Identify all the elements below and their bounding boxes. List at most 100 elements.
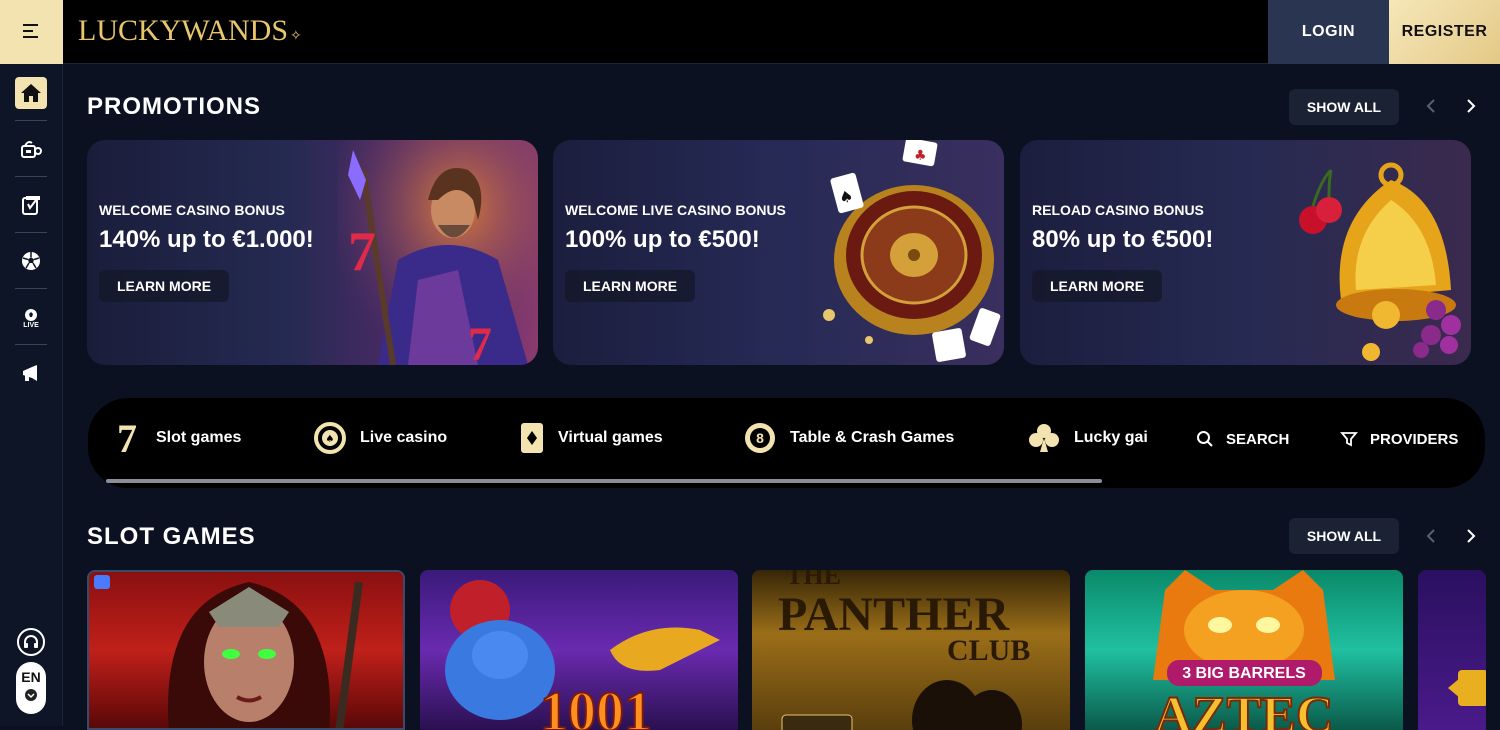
aztec-artwork: 3 BIG BARRELS AZTEC — [1153, 570, 1335, 730]
menu-toggle-button[interactable] — [0, 0, 63, 64]
chevron-left-icon — [1426, 99, 1435, 113]
language-selector[interactable]: EN — [16, 662, 46, 714]
providers-label: PROVIDERS — [1370, 430, 1459, 448]
svg-text:7: 7 — [348, 221, 376, 283]
sidebar: LIVE EN — [0, 64, 63, 726]
learn-more-button[interactable]: LEARN MORE — [99, 270, 229, 302]
category-lucky-games[interactable]: Lucky gai — [1028, 420, 1156, 456]
providers-button[interactable]: PROVIDERS — [1340, 430, 1458, 448]
search-button[interactable]: SEARCH — [1196, 430, 1289, 448]
game-tile-sorceress[interactable] — [87, 570, 405, 730]
promo-card-welcome-casino[interactable]: 7 7 WELCOME CASINO BONUS 140% up to €1.0… — [87, 140, 538, 365]
slot-games-prev-arrow[interactable] — [1421, 526, 1441, 546]
promotions-megaphone-icon — [23, 365, 37, 381]
svg-text:LIVE: LIVE — [23, 322, 39, 328]
filter-icon — [1340, 432, 1358, 447]
promo-card-reload-casino[interactable]: RELOAD CASINO BONUS 80% up to €500! LEAR… — [1020, 140, 1471, 365]
category-live-casino[interactable]: ♠ Live casino — [314, 420, 447, 456]
sports-ball-icon — [22, 252, 40, 270]
live-cards-icon — [22, 196, 40, 215]
brand-logo[interactable]: LUCKYWANDS ✧ — [78, 14, 302, 48]
learn-more-button[interactable]: LEARN MORE — [565, 270, 695, 302]
roulette-illustration: ♠ ♣ — [823, 140, 1001, 362]
category-label: Lucky gai — [1074, 429, 1148, 446]
club-icon — [1028, 422, 1060, 454]
category-virtual-games[interactable]: Virtual games — [520, 420, 663, 456]
slot-games-next-arrow[interactable] — [1461, 526, 1481, 546]
category-slot-games[interactable]: 7 Slot games — [112, 416, 242, 461]
sorceress-artwork — [94, 575, 363, 728]
language-code: EN — [21, 669, 41, 685]
game-tile-partial[interactable] — [1418, 570, 1486, 730]
login-button[interactable]: LOGIN — [1268, 0, 1389, 64]
search-label: SEARCH — [1226, 430, 1290, 448]
promo-kicker: WELCOME LIVE CASINO BONUS — [565, 202, 786, 218]
eight-ball-icon: 8 — [744, 422, 776, 454]
genie-title-text: 1001 — [540, 681, 652, 730]
game-tile-genie[interactable]: 1001 — [420, 570, 738, 730]
svg-text:8: 8 — [756, 430, 764, 446]
sidebar-item-live-cards[interactable] — [15, 189, 47, 221]
game-category-bar: 7 Slot games ♠ Live casino Virtual games… — [88, 398, 1485, 488]
svg-text:♠: ♠ — [326, 434, 335, 445]
sidebar-item-home[interactable] — [15, 77, 47, 109]
promotions-next-arrow[interactable] — [1461, 96, 1481, 116]
svg-text:7: 7 — [468, 318, 492, 365]
game-tile-panther-club[interactable]: THE PANTHER CLUB — [752, 570, 1070, 730]
diamond-card-icon — [520, 422, 544, 454]
hamburger-icon — [23, 24, 38, 26]
partial-game-artwork — [1448, 670, 1486, 706]
promotions-show-all-button[interactable]: SHOW ALL — [1289, 89, 1399, 125]
sidebar-item-casino[interactable] — [15, 133, 47, 165]
register-button[interactable]: REGISTER — [1389, 0, 1500, 64]
headset-icon — [24, 635, 38, 648]
promotions-title: PROMOTIONS — [87, 93, 262, 120]
sidebar-divider — [15, 232, 47, 233]
sidebar-divider — [15, 344, 47, 345]
chevron-right-icon — [1467, 529, 1476, 543]
chip-icon: ♠ — [314, 422, 346, 454]
svg-text:3 BIG BARRELS: 3 BIG BARRELS — [1182, 665, 1306, 682]
search-icon — [1197, 431, 1213, 447]
seven-icon: 7 — [117, 415, 137, 461]
sidebar-item-sports[interactable] — [15, 245, 47, 277]
wizard-illustration: 7 7 — [338, 140, 538, 365]
category-label: Slot games — [156, 429, 242, 446]
logo-text: LUCKYWANDS — [78, 14, 288, 47]
promo-headline: 80% up to €500! — [1032, 226, 1214, 253]
hamburger-icon-line — [23, 30, 33, 32]
slot-games-show-all-button[interactable]: SHOW ALL — [1289, 518, 1399, 554]
promotions-prev-arrow[interactable] — [1421, 96, 1441, 116]
category-label: Virtual games — [558, 429, 663, 446]
category-label: Table & Crash Games — [790, 429, 955, 446]
wand-sparkle-icon: ✧ — [290, 29, 302, 44]
sidebar-item-promotions[interactable] — [15, 357, 47, 389]
sidebar-divider — [15, 176, 47, 177]
chevron-down-icon — [25, 689, 37, 701]
game-tile-aztec[interactable]: 3 BIG BARRELS AZTEC — [1085, 570, 1403, 730]
casino-icon — [21, 141, 42, 158]
category-scrollbar-thumb[interactable] — [106, 479, 1102, 483]
promo-card-welcome-live-casino[interactable]: ♠ ♣ WELCOME LIVE CASINO BONUS 100% up to… — [553, 140, 1004, 365]
sidebar-item-live-sports[interactable]: LIVE — [15, 301, 47, 333]
live-sports-icon: LIVE — [23, 309, 39, 328]
sidebar-divider — [15, 288, 47, 289]
svg-text:AZTEC: AZTEC — [1154, 687, 1333, 730]
promo-headline: 140% up to €1.000! — [99, 226, 314, 253]
top-bar: LUCKYWANDS ✧ LOGIN REGISTER — [0, 0, 1500, 64]
chevron-right-icon — [1467, 99, 1476, 113]
support-button[interactable] — [17, 628, 45, 656]
svg-text:THE: THE — [786, 570, 841, 590]
slot-games-title: SLOT GAMES — [87, 523, 256, 550]
panther-club-artwork: THE PANTHER CLUB — [752, 570, 1070, 730]
category-table-crash-games[interactable]: 8 Table & Crash Games — [744, 420, 954, 456]
sidebar-divider — [15, 120, 47, 121]
hamburger-icon-line — [23, 36, 38, 38]
chevron-left-icon — [1426, 529, 1435, 543]
svg-text:CLUB: CLUB — [947, 634, 1030, 667]
svg-text:♣: ♣ — [914, 148, 927, 164]
category-scrollbar[interactable] — [102, 479, 1150, 483]
home-icon — [21, 84, 41, 102]
learn-more-button[interactable]: LEARN MORE — [1032, 270, 1162, 302]
promo-kicker: RELOAD CASINO BONUS — [1032, 202, 1204, 218]
